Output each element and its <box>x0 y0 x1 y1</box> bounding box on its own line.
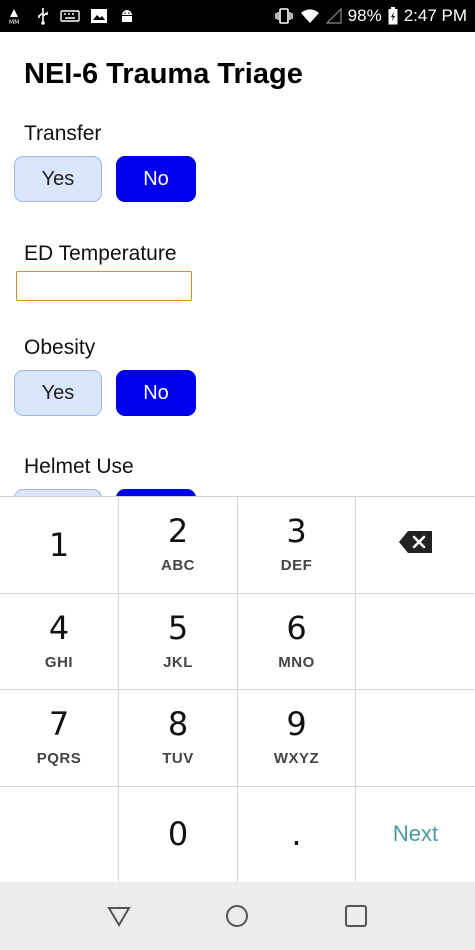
key-number: 1 <box>48 525 70 564</box>
key-3[interactable]: 3 DEF <box>238 497 356 594</box>
key-number: 5 <box>167 608 189 647</box>
key-1[interactable]: 1 <box>0 497 119 594</box>
key-letters: TUV <box>162 750 194 768</box>
obesity-label: Obesity <box>24 336 96 359</box>
status-bar: MM 98% 2:47 PM <box>0 0 475 32</box>
status-right: 98% 2:47 PM <box>274 6 467 26</box>
key-number: 4 <box>48 608 70 647</box>
key-number: 8 <box>167 705 189 744</box>
numeric-keyboard: 1 2 ABC 3 DEF 4 GHI 5 JKL 6 MNO 7 PQRS 8 TUV 9 W… <box>0 496 475 883</box>
obesity-options: Yes No <box>14 370 196 416</box>
home-circle-icon <box>226 905 249 927</box>
key-letters: JKL <box>163 653 193 671</box>
key-2[interactable]: 2 ABC <box>119 497 238 594</box>
helmet-use-label: Helmet Use <box>24 455 134 478</box>
obesity-no-button[interactable]: No <box>116 370 196 416</box>
ed-temperature-label: ED Temperature <box>24 242 177 265</box>
key-period[interactable]: . <box>238 786 356 883</box>
key-4[interactable]: 4 GHI <box>0 593 119 690</box>
key-number: 0 <box>167 815 189 854</box>
key-9[interactable]: 9 WXYZ <box>238 690 356 787</box>
recents-square-icon <box>344 905 367 927</box>
key-letters: GHI <box>44 653 74 671</box>
recents-button[interactable] <box>334 894 378 938</box>
key-backspace[interactable] <box>356 497 475 594</box>
obesity-yes-button[interactable]: Yes <box>14 370 102 416</box>
key-0[interactable]: 0 <box>119 786 238 883</box>
key-number: 9 <box>286 705 307 744</box>
vibrate-icon <box>274 7 294 25</box>
key-blank-right-2 <box>356 690 475 787</box>
status-left: MM <box>8 7 136 25</box>
back-button[interactable] <box>97 894 141 938</box>
battery-percent: 98% <box>347 6 382 25</box>
transfer-no-button[interactable]: No <box>116 156 196 202</box>
back-triangle-icon <box>107 907 131 927</box>
home-button[interactable] <box>215 894 259 938</box>
key-8[interactable]: 8 TUV <box>119 690 238 787</box>
backspace-icon <box>398 530 434 559</box>
android-icon <box>118 7 136 25</box>
key-7[interactable]: 7 PQRS <box>0 690 119 787</box>
key-next[interactable]: Next <box>356 786 475 883</box>
key-letters: ABC <box>161 557 195 575</box>
keyboard-icon <box>60 9 80 23</box>
transfer-label: Transfer <box>24 122 102 145</box>
usb-icon <box>36 7 50 25</box>
key-letters: DEF <box>280 557 313 575</box>
cell-signal-icon <box>325 8 342 24</box>
mm-notification-icon: MM <box>8 7 26 25</box>
key-5[interactable]: 5 JKL <box>119 593 238 690</box>
ed-temperature-input[interactable] <box>16 271 192 301</box>
clock: 2:47 PM <box>403 6 467 25</box>
key-letters: MNO <box>278 653 315 671</box>
navigation-bar <box>0 882 475 950</box>
battery-icon <box>388 7 398 25</box>
key-letters: PQRS <box>36 750 82 768</box>
key-blank-left <box>0 786 119 883</box>
key-number: 7 <box>48 705 70 744</box>
transfer-yes-button[interactable]: Yes <box>14 156 102 202</box>
next-label: Next <box>392 821 439 847</box>
key-blank-right-1 <box>356 593 475 690</box>
page-title: NEI-6 Trauma Triage <box>24 58 303 90</box>
wifi-icon <box>300 8 320 24</box>
svg-text:MM: MM <box>9 19 19 25</box>
key-number: 3 <box>286 512 307 551</box>
transfer-options: Yes No <box>14 156 196 202</box>
key-symbol: . <box>291 815 302 854</box>
image-icon <box>90 8 108 24</box>
key-6[interactable]: 6 MNO <box>238 593 356 690</box>
key-number: 2 <box>167 512 189 551</box>
key-letters: WXYZ <box>273 750 320 768</box>
key-number: 6 <box>286 608 307 647</box>
